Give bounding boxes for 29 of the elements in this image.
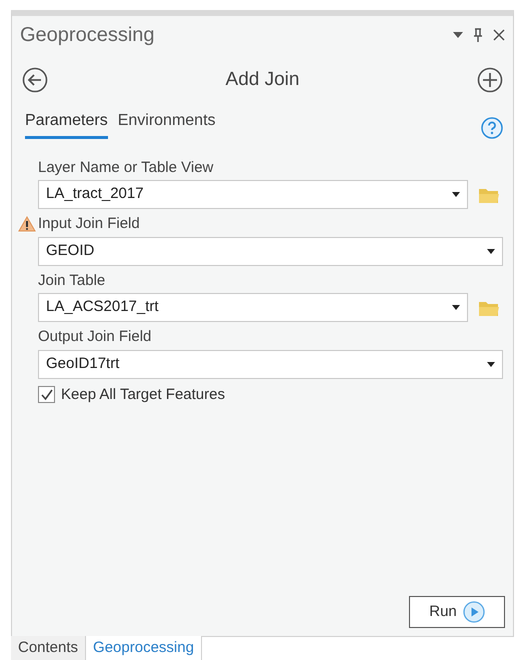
add-icon[interactable] [476,67,503,94]
check-icon [40,388,52,401]
dropdown-field[interactable]: GeoID17trt [38,350,503,378]
run-button[interactable]: Run [409,596,505,628]
play-icon [462,601,485,623]
dropdown-field[interactable]: LA_ACS2017_trt [38,293,468,322]
pane-title: Geoprocessing [20,23,155,48]
close-icon[interactable] [493,29,505,41]
dropdown-icon[interactable] [453,32,463,38]
field-label: Join Table [38,270,106,290]
back-icon[interactable] [22,67,48,94]
help-icon[interactable] [481,116,503,138]
checkbox-label: Keep All Target Features [61,384,225,404]
bottom-tab[interactable]: Contents [11,636,86,660]
dropdown-field[interactable]: GEOID [38,236,503,266]
caret-icon [452,192,460,197]
caret-icon [487,248,495,254]
field-label: Layer Name or Table View [38,158,214,178]
dropdown-field[interactable]: LA_tract_2017 [38,180,468,209]
field-label: Output Join Field [38,327,152,347]
pin-icon[interactable] [473,28,483,42]
tab[interactable]: Environments [118,108,216,138]
caret-icon [452,305,460,310]
caret-icon [487,362,495,366]
field-label: Input Join Field [38,214,140,234]
checkbox[interactable] [38,386,55,404]
tool-title: Add Join [226,68,300,92]
bottom-tab[interactable]: Geoprocessing [85,636,202,660]
tab[interactable]: Parameters [25,108,108,138]
